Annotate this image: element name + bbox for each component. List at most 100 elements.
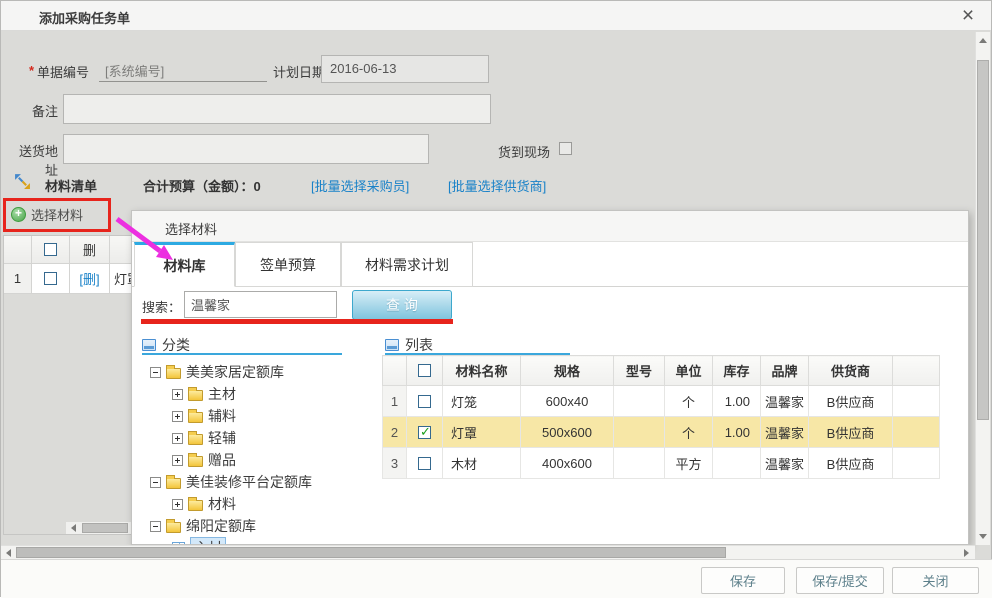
row-checkbox[interactable] [418,457,431,470]
add-plus-icon [11,207,26,222]
plan-date-label: 计划日期 [273,62,325,81]
close-button[interactable]: 关闭 [892,567,979,594]
col-brand: 品牌 [761,356,809,386]
query-button[interactable]: 查 询 [352,290,452,320]
rownum-header-cell [4,236,32,264]
purchase-table-header-row: 删 [4,236,132,264]
tree-item-selected[interactable]: 主材 [172,537,226,545]
tree-item[interactable]: 轻辅 [172,427,236,449]
row-checkbox[interactable] [418,395,431,408]
row-checkbox[interactable] [44,272,57,285]
tree-item[interactable]: 美佳装修平台定额库 [150,471,312,493]
select-all-checkbox[interactable] [44,243,57,256]
dialog-titlebar: 选择材料 [132,211,968,242]
col-unit: 单位 [665,356,713,386]
rownum-header [383,356,407,386]
row-checkbox-checked[interactable] [418,426,431,439]
materials-table: 材料名称 规格 型号 单位 库存 品牌 供货商 1 灯笼 600x40 [382,355,940,479]
scroll-left-icon[interactable] [6,549,11,557]
scrollbar-thumb[interactable] [16,547,726,558]
panel-arrows-icon [14,173,31,190]
collapse-icon[interactable] [150,477,161,488]
tree-item[interactable]: 辅料 [172,405,236,427]
select-all-cell [32,236,70,264]
add-purchase-task-window: 添加采购任务单 × * 单据编号 [系统编号] 计划日期 2016-06-13 … [0,0,992,597]
save-submit-button[interactable]: 保存/提交 [796,567,884,594]
materials-header-row: 材料名称 规格 型号 单位 库存 品牌 供货商 [383,356,940,386]
folder-icon [166,522,181,533]
delete-header-cell: 删 [70,236,110,264]
tab-contract-budget[interactable]: 签单预算 [235,242,341,287]
tree-item[interactable]: 主材 [172,383,236,405]
delete-row-link[interactable]: [删] [70,264,110,294]
col-stock: 库存 [713,356,761,386]
required-mark: * [29,63,34,78]
select-material-button-label: 选择材料 [31,205,83,224]
search-input[interactable] [184,291,337,318]
select-all-checkbox[interactable] [418,364,431,377]
col-extra [893,356,940,386]
select-material-dialog: 选择材料 材料库 签单预算 材料需求计划 搜索： 查 询 分类 列表 美美家居定… [131,210,969,545]
scroll-right-icon[interactable] [964,549,969,557]
clipped-header-cell [110,236,132,264]
main-hscrollbar[interactable] [1,545,975,559]
batch-select-supplier-link[interactable]: [批量选择供货商] [448,176,546,195]
search-label: 搜索： [142,297,181,316]
material-name-cell: 灯罩 [110,264,132,294]
address-input[interactable] [63,134,429,164]
select-material-button[interactable]: 选择材料 [11,203,83,225]
category-panel-icon [142,339,156,351]
batch-select-buyer-link[interactable]: [批量选择采购员] [311,176,409,195]
plan-date-field[interactable]: 2016-06-13 [321,55,489,83]
remark-input[interactable] [63,94,491,124]
expand-icon[interactable] [172,455,183,466]
collapse-icon[interactable] [150,367,161,378]
folder-icon [188,500,203,511]
tree-item[interactable]: 绵阳定额库 [150,515,256,537]
tree-item[interactable]: 美美家居定额库 [150,361,284,383]
material-row[interactable]: 1 灯笼 600x40 个 1.00 温馨家 B供应商 [383,386,940,417]
purchase-table-row[interactable]: 1 [删] 灯罩 [4,264,132,294]
purchase-items-table: 删 1 [删] 灯罩 [3,235,132,535]
expand-icon[interactable] [172,499,183,510]
material-row-selected[interactable]: 2 灯罩 500x600 个 1.00 温馨家 B供应商 [383,417,940,448]
main-vscrollbar[interactable] [975,32,990,545]
dialog-title: 选择材料 [165,219,217,238]
doc-no-label: 单据编号 [37,62,89,81]
tab-material-library[interactable]: 材料库 [134,242,235,287]
purchase-table-hscrollbar[interactable] [66,522,132,534]
tree-item[interactable]: 赠品 [172,449,236,471]
row-checkbox-cell [32,264,70,294]
select-all-header [407,356,443,386]
expand-icon[interactable] [172,389,183,400]
category-panel-header: 分类 [142,335,190,355]
category-underline [142,353,342,355]
scroll-up-icon[interactable] [979,38,987,43]
tree-item[interactable]: 材料 [172,493,236,515]
rownum-cell: 1 [4,264,32,294]
total-budget-text: 合计预算（金额）：0 [143,176,261,195]
expand-icon[interactable] [172,433,183,444]
doc-no-field[interactable]: [系统编号] [99,56,267,82]
col-supplier: 供货商 [809,356,893,386]
scrollbar-thumb[interactable] [82,523,128,533]
arrival-on-site-checkbox[interactable] [559,142,572,155]
arrival-on-site-label: 货到现场 [498,142,550,161]
tab-material-demand-plan[interactable]: 材料需求计划 [341,242,473,287]
folder-icon [188,434,203,445]
col-material-name: 材料名称 [443,356,521,386]
window-title: 添加采购任务单 [39,8,130,27]
scrollbar-thumb[interactable] [977,60,989,420]
scroll-down-icon[interactable] [979,534,987,539]
material-row[interactable]: 3 木材 400x600 平方 温馨家 B供应商 [383,448,940,479]
folder-icon [166,368,181,379]
folder-icon [188,412,203,423]
scroll-left-icon[interactable] [71,524,76,532]
expand-icon[interactable] [172,411,183,422]
col-spec: 规格 [521,356,614,386]
col-model: 型号 [614,356,665,386]
save-button[interactable]: 保存 [701,567,785,594]
close-icon[interactable]: × [955,3,981,29]
collapse-icon[interactable] [150,521,161,532]
list-panel-icon [385,339,399,351]
